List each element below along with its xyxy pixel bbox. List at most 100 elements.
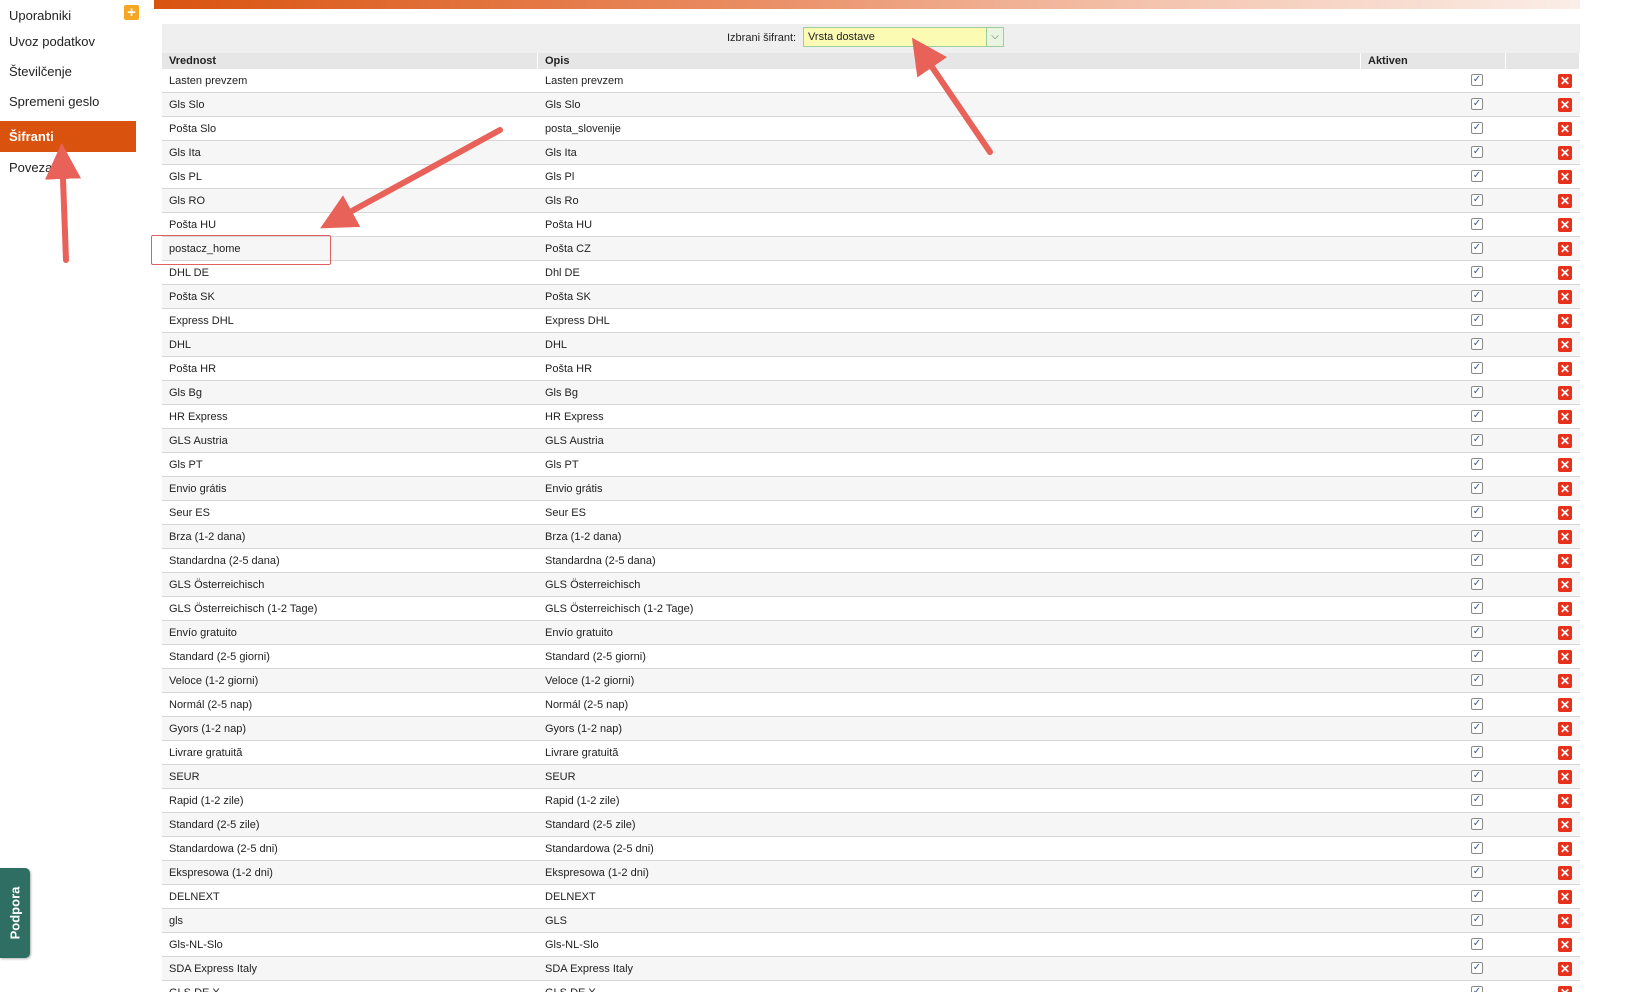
delete-icon[interactable]: ✕ (1558, 434, 1572, 448)
cell-opis[interactable]: GLS Austria (538, 429, 1406, 453)
active-checkbox[interactable]: ✓ (1471, 386, 1483, 398)
table-row[interactable]: Pošta Slo posta_slovenije ✓ ✕ (162, 117, 1580, 141)
active-checkbox[interactable]: ✓ (1471, 794, 1483, 806)
active-checkbox[interactable]: ✓ (1471, 482, 1483, 494)
active-checkbox[interactable]: ✓ (1471, 746, 1483, 758)
delete-icon[interactable]: ✕ (1558, 626, 1572, 640)
cell-vrednost[interactable]: Gls RO (162, 189, 538, 213)
delete-icon[interactable]: ✕ (1558, 362, 1572, 376)
cell-vrednost[interactable]: Envio grátis (162, 477, 538, 501)
active-checkbox[interactable]: ✓ (1471, 626, 1483, 638)
table-row[interactable]: Standardowa (2-5 dni) Standardowa (2-5 dn… (162, 837, 1580, 861)
cell-vrednost[interactable]: Gls Slo (162, 93, 538, 117)
cell-opis[interactable]: GLS Österreichisch (538, 573, 1406, 597)
table-row[interactable]: Brza (1-2 dana) Brza (1-2 dana) ✓ ✕ (162, 525, 1580, 549)
table-row[interactable]: Pošta HU Pošta HU ✓ ✕ (162, 213, 1580, 237)
cell-opis[interactable]: Ekspresowa (1-2 dni) (538, 861, 1406, 885)
cell-vrednost[interactable]: Standard (2-5 zile) (162, 813, 538, 837)
active-checkbox[interactable]: ✓ (1471, 842, 1483, 854)
table-row[interactable]: postacz_home Pošta CZ ✓ ✕ (162, 237, 1580, 261)
cell-opis[interactable]: Standard (2-5 zile) (538, 813, 1406, 837)
cell-opis[interactable]: Gls PT (538, 453, 1406, 477)
cell-vrednost[interactable]: Pošta HR (162, 357, 538, 381)
delete-icon[interactable]: ✕ (1558, 794, 1572, 808)
active-checkbox[interactable]: ✓ (1471, 434, 1483, 446)
active-checkbox[interactable]: ✓ (1471, 506, 1483, 518)
cell-vrednost[interactable]: Brza (1-2 dana) (162, 525, 538, 549)
delete-icon[interactable]: ✕ (1558, 554, 1572, 568)
cell-opis[interactable]: Standardowa (2-5 dni) (538, 837, 1406, 861)
table-row[interactable]: Envio grátis Envio grátis ✓ ✕ (162, 477, 1580, 501)
cell-vrednost[interactable]: Gls Bg (162, 381, 538, 405)
table-row[interactable]: gls GLS ✓ ✕ (162, 909, 1580, 933)
cell-vrednost[interactable]: Gls-NL-Slo (162, 933, 538, 957)
cell-vrednost[interactable]: GLS Österreichisch (1-2 Tage) (162, 597, 538, 621)
table-row[interactable]: Standard (2-5 zile) Standard (2-5 zile) ✓ ✕ (162, 813, 1580, 837)
cell-opis[interactable]: Standardna (2-5 dana) (538, 549, 1406, 573)
delete-icon[interactable]: ✕ (1558, 698, 1572, 712)
active-checkbox[interactable]: ✓ (1471, 722, 1483, 734)
cell-opis[interactable]: Gls Ro (538, 189, 1406, 213)
cell-vrednost[interactable]: Express DHL (162, 309, 538, 333)
delete-icon[interactable]: ✕ (1558, 746, 1572, 760)
delete-icon[interactable]: ✕ (1558, 914, 1572, 928)
delete-icon[interactable]: ✕ (1558, 482, 1572, 496)
cell-opis[interactable]: GLS DE X (538, 981, 1406, 992)
active-checkbox[interactable]: ✓ (1471, 554, 1483, 566)
active-checkbox[interactable]: ✓ (1471, 914, 1483, 926)
cell-vrednost[interactable]: SEUR (162, 765, 538, 789)
active-checkbox[interactable]: ✓ (1471, 122, 1483, 134)
table-row[interactable]: DHL DHL ✓ ✕ (162, 333, 1580, 357)
active-checkbox[interactable]: ✓ (1471, 314, 1483, 326)
cell-vrednost[interactable]: Lasten prevzem (162, 69, 538, 93)
cell-opis[interactable]: Brza (1-2 dana) (538, 525, 1406, 549)
codebook-select[interactable]: Vrsta dostave ⌵ (803, 27, 1004, 47)
table-row[interactable]: SEUR SEUR ✓ ✕ (162, 765, 1580, 789)
table-row[interactable]: Envío gratuito Envío gratuito ✓ ✕ (162, 621, 1580, 645)
cell-vrednost[interactable]: Rapid (1-2 zile) (162, 789, 538, 813)
cell-opis[interactable]: SEUR (538, 765, 1406, 789)
cell-vrednost[interactable]: Pošta Slo (162, 117, 538, 141)
delete-icon[interactable]: ✕ (1558, 146, 1572, 160)
active-checkbox[interactable]: ✓ (1471, 410, 1483, 422)
delete-icon[interactable]: ✕ (1558, 194, 1572, 208)
table-row[interactable]: SDA Express Italy SDA Express Italy ✓ ✕ (162, 957, 1580, 981)
cell-vrednost[interactable]: DHL (162, 333, 538, 357)
cell-opis[interactable]: Lasten prevzem (538, 69, 1406, 93)
cell-opis[interactable]: Standard (2-5 giorni) (538, 645, 1406, 669)
cell-opis[interactable]: Envio grátis (538, 477, 1406, 501)
column-header-vrednost[interactable]: Vrednost (162, 53, 538, 69)
active-checkbox[interactable]: ✓ (1471, 146, 1483, 158)
cell-opis[interactable]: DHL (538, 333, 1406, 357)
active-checkbox[interactable]: ✓ (1471, 458, 1483, 470)
active-checkbox[interactable]: ✓ (1471, 962, 1483, 974)
cell-opis[interactable]: Veloce (1-2 giorni) (538, 669, 1406, 693)
cell-opis[interactable]: Pošta SK (538, 285, 1406, 309)
cell-vrednost[interactable]: Gls Ita (162, 141, 538, 165)
delete-icon[interactable]: ✕ (1558, 650, 1572, 664)
table-row[interactable]: Ekspresowa (1-2 dni) Ekspresowa (1-2 dni)… (162, 861, 1580, 885)
cell-vrednost[interactable]: Gyors (1-2 nap) (162, 717, 538, 741)
delete-icon[interactable]: ✕ (1558, 578, 1572, 592)
cell-opis[interactable]: Pošta HR (538, 357, 1406, 381)
table-row[interactable]: Veloce (1-2 giorni) Veloce (1-2 giorni) ✓ ✕ (162, 669, 1580, 693)
table-row[interactable]: Standard (2-5 giorni) Standard (2-5 giorn… (162, 645, 1580, 669)
table-row[interactable]: Gls Ita Gls Ita ✓ ✕ (162, 141, 1580, 165)
cell-opis[interactable]: DELNEXT (538, 885, 1406, 909)
sidebar-item-sifranti[interactable]: Šifranti (0, 121, 136, 152)
cell-opis[interactable]: Express DHL (538, 309, 1406, 333)
cell-vrednost[interactable]: Standardna (2-5 dana) (162, 549, 538, 573)
delete-icon[interactable]: ✕ (1558, 986, 1572, 992)
cell-vrednost[interactable]: GLS Österreichisch (162, 573, 538, 597)
column-header-aktiven[interactable]: Aktiven (1361, 53, 1506, 69)
active-checkbox[interactable]: ✓ (1471, 602, 1483, 614)
active-checkbox[interactable]: ✓ (1471, 218, 1483, 230)
cell-vrednost[interactable]: SDA Express Italy (162, 957, 538, 981)
cell-vrednost[interactable]: Standard (2-5 giorni) (162, 645, 538, 669)
cell-vrednost[interactable]: gls (162, 909, 538, 933)
cell-opis[interactable]: Gls-NL-Slo (538, 933, 1406, 957)
table-row[interactable]: Rapid (1-2 zile) Rapid (1-2 zile) ✓ ✕ (162, 789, 1580, 813)
active-checkbox[interactable]: ✓ (1471, 194, 1483, 206)
sidebar-item-povezave[interactable]: Povezave (0, 152, 136, 183)
sidebar-item-stevilcenje[interactable]: Številčenje (0, 56, 136, 87)
